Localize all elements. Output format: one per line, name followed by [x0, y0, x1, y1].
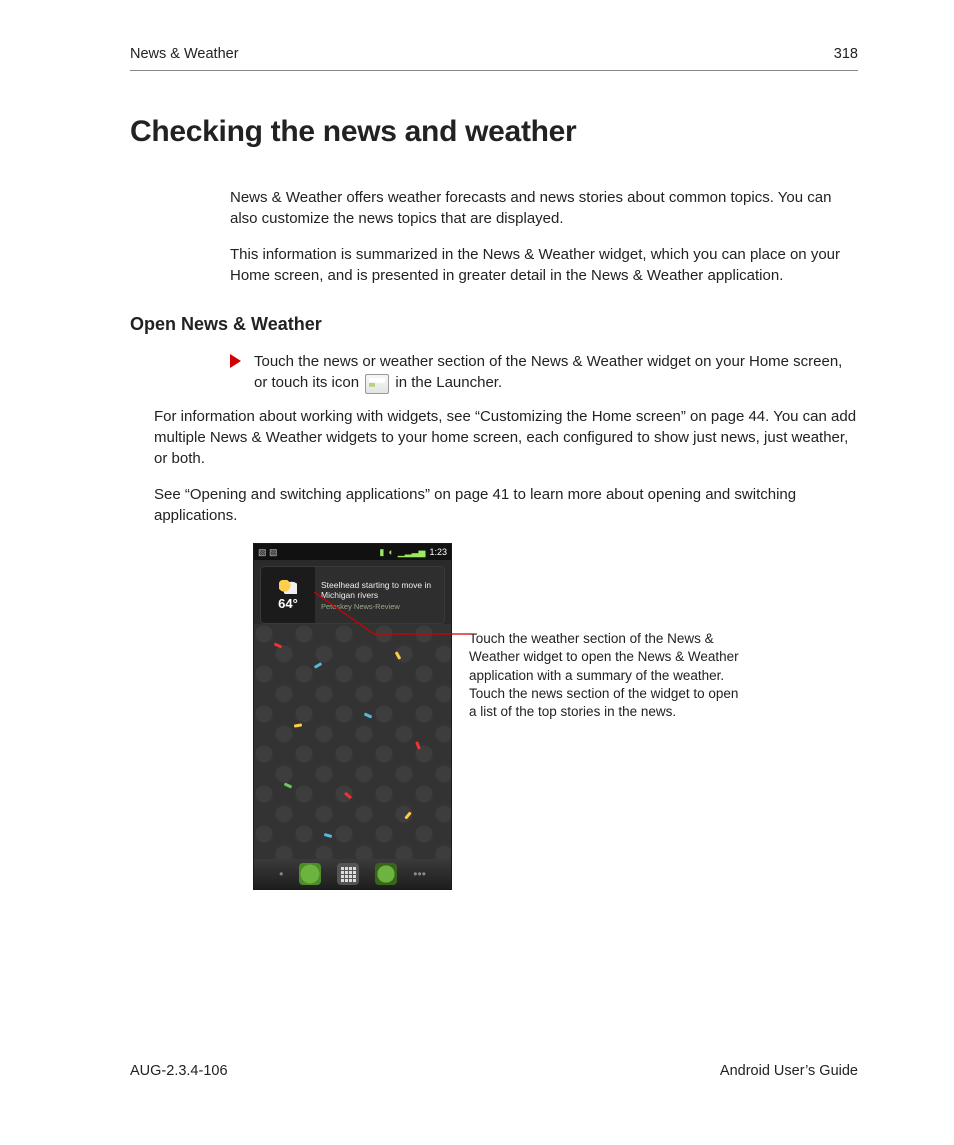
continuation-para-2: See “Opening and switching applications”…	[130, 484, 858, 527]
phone-screenshot: ▧ ▧ ▮◐▁▂▃▅ 1:23 64° Steelhead starting t…	[254, 544, 451, 889]
bullet-triangle-icon	[230, 354, 241, 368]
home-wallpaper	[254, 624, 451, 859]
phone-icon	[299, 863, 321, 885]
dock-indicator-right: •••	[413, 867, 426, 881]
news-weather-app-icon	[365, 374, 389, 394]
news-weather-widget: 64° Steelhead starting to move in Michig…	[260, 566, 445, 624]
dock: • •••	[254, 859, 451, 889]
section-heading: Open News & Weather	[130, 314, 858, 335]
weather-sun-cloud-icon	[279, 580, 297, 594]
widget-source: Petoskey News-Review	[321, 602, 438, 611]
step-text-before: Touch the news or weather section of the…	[254, 353, 842, 391]
figure-callout: Touch the weather section of the News & …	[469, 630, 739, 721]
intro-para-1: News & Weather offers weather forecasts …	[230, 187, 858, 230]
status-bar: ▧ ▧ ▮◐▁▂▃▅ 1:23	[254, 544, 451, 560]
step-text-after: in the Launcher.	[395, 374, 502, 391]
running-head-section: News & Weather	[130, 46, 239, 62]
continuation-para-1: For information about working with widge…	[130, 406, 858, 470]
footer-right: Android User’s Guide	[720, 1063, 858, 1079]
widget-news-section: Steelhead starting to move in Michigan r…	[315, 567, 444, 623]
footer-left: AUG-2.3.4-106	[130, 1063, 228, 1079]
status-time: 1:23	[429, 547, 447, 557]
dock-indicator-left: •	[279, 867, 283, 881]
widget-weather-section: 64°	[261, 567, 315, 623]
page-title: Checking the news and weather	[130, 115, 858, 149]
running-head-page: 318	[834, 46, 858, 62]
widget-temp: 64°	[278, 596, 298, 611]
browser-icon	[375, 863, 397, 885]
step-item: Touch the news or weather section of the…	[230, 351, 858, 394]
widget-headline: Steelhead starting to move in Michigan r…	[321, 580, 438, 600]
intro-para-2: This information is summarized in the Ne…	[230, 244, 858, 287]
apps-grid-icon	[337, 863, 359, 885]
